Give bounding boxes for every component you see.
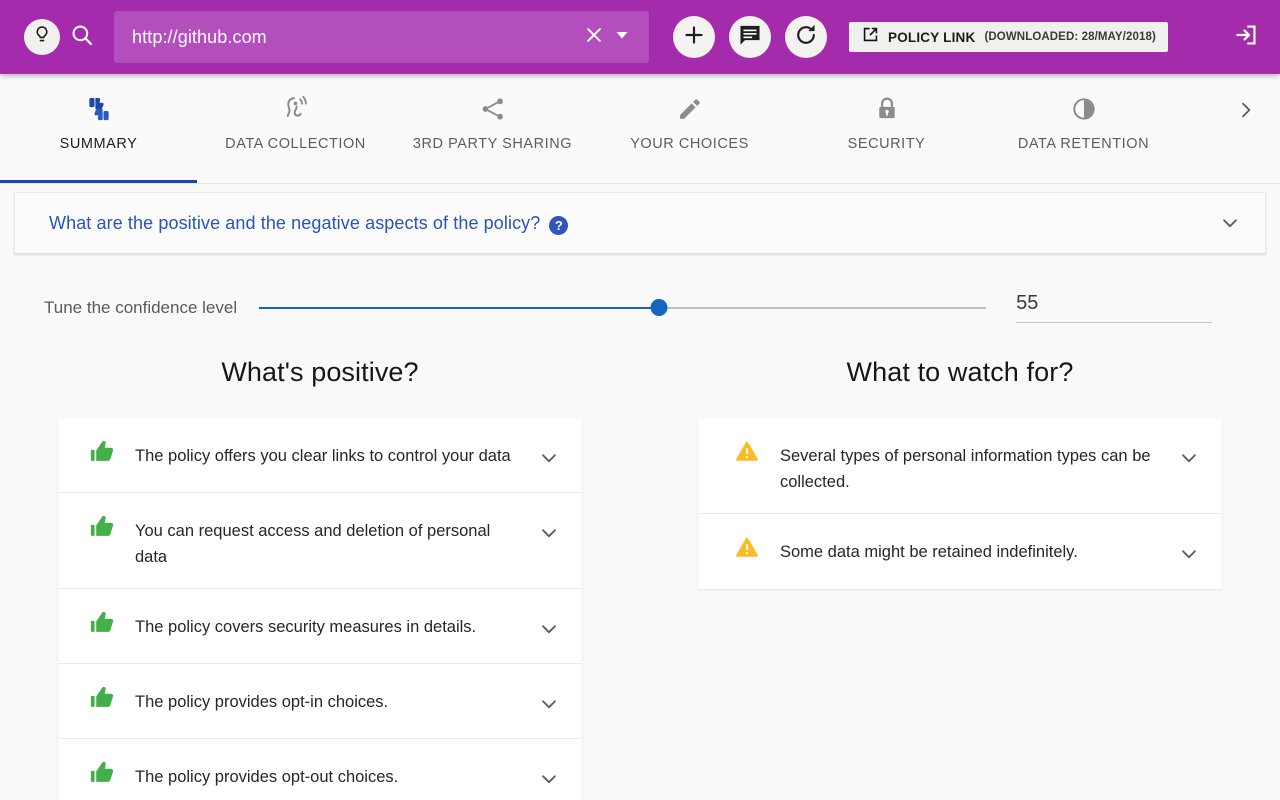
watch-title: What to watch for? (846, 357, 1074, 387)
comments-button[interactable] (729, 16, 771, 58)
row-label: The policy covers security measures in d… (135, 618, 477, 636)
tab-your-choices[interactable]: YOUR CHOICES (591, 74, 788, 183)
positive-list-item[interactable]: The policy covers security measures in d… (58, 589, 582, 664)
warning-icon (732, 532, 762, 560)
close-icon (583, 24, 605, 51)
edit-pencil-icon (676, 92, 704, 126)
question-text: What are the positive and the negative a… (49, 212, 541, 233)
refresh-icon (793, 22, 819, 53)
url-history-button[interactable] (609, 24, 635, 50)
url-input[interactable]: http://github.com (132, 27, 579, 48)
tab-label: YOUR CHOICES (630, 136, 749, 152)
confidence-slider[interactable] (259, 297, 987, 319)
watch-list: Several types of personal information ty… (698, 418, 1222, 589)
chevron-down-icon[interactable] (1176, 541, 1202, 567)
positive-title: What's positive? (221, 357, 419, 387)
category-tabbar: SUMMARY DATA COLLECTION 3RD PARTY SHARIN… (0, 74, 1280, 184)
external-link-icon (861, 25, 880, 49)
summary-content: What are the positive and the negative a… (0, 184, 1280, 800)
search-button[interactable] (60, 15, 104, 59)
positive-list-item[interactable]: The policy offers you clear links to con… (58, 418, 582, 493)
positive-column: What's positive? The policy offers you c… (0, 357, 640, 800)
positive-list-item[interactable]: You can request access and deletion of p… (58, 493, 582, 589)
tab-label: SUMMARY (59, 136, 138, 152)
row-label: The policy offers you clear links to con… (135, 447, 511, 465)
tab-data-retention[interactable]: DATA RETENTION (985, 74, 1182, 183)
positive-list-item[interactable]: The policy provides opt-out choices. (58, 739, 582, 800)
caret-down-icon (614, 27, 630, 48)
chevron-down-icon[interactable] (536, 766, 562, 792)
tab-label: DATA RETENTION (1017, 136, 1150, 152)
thumb-up-icon (88, 682, 118, 712)
search-icon (69, 22, 95, 53)
watch-list-item[interactable]: Some data might be retained indefinitely… (698, 514, 1222, 589)
thumb-up-icon (88, 607, 118, 637)
thumb-up-icon (88, 511, 118, 541)
tab-label: 3RD PARTY SHARING (412, 136, 573, 152)
positive-list-item[interactable]: The policy provides opt-in choices. (58, 664, 582, 739)
row-label: Some data might be retained indefinitely… (780, 543, 1078, 561)
policy-downloaded-label: (DOWNLOADED: 28/MAY/2018) (984, 31, 1156, 43)
chevron-down-icon[interactable] (1176, 445, 1202, 471)
row-label: The policy provides opt-out choices. (135, 768, 399, 786)
question-panel[interactable]: What are the positive and the negative a… (14, 192, 1266, 254)
row-label: You can request access and deletion of p… (135, 522, 491, 566)
row-label: Several types of personal information ty… (780, 447, 1151, 491)
help-icon[interactable]: ? (549, 215, 569, 235)
positive-list: The policy offers you clear links to con… (58, 418, 582, 800)
clear-url-button[interactable] (579, 22, 609, 52)
chevron-down-icon[interactable] (536, 520, 562, 546)
lock-icon (873, 92, 901, 126)
share-icon (479, 92, 507, 126)
row-label: The policy provides opt-in choices. (135, 693, 389, 711)
tab-summary[interactable]: SUMMARY (0, 74, 197, 183)
tab-security[interactable]: SECURITY (788, 74, 985, 183)
tab-list: SUMMARY DATA COLLECTION 3RD PARTY SHARIN… (0, 74, 1280, 183)
thumb-up-icon (88, 757, 118, 787)
policy-link-label: POLICY LINK (888, 29, 976, 45)
slider-thumb[interactable] (650, 299, 668, 316)
add-button[interactable] (673, 16, 715, 58)
brightness-half-icon (1070, 92, 1098, 126)
confidence-value-input[interactable]: 55 (1016, 292, 1213, 323)
exit-button[interactable] (1226, 17, 1266, 57)
tab-3rd-party-sharing[interactable]: 3RD PARTY SHARING (394, 74, 591, 183)
chevron-down-icon[interactable] (536, 616, 562, 642)
chevron-down-icon[interactable] (1217, 210, 1243, 236)
slider-fill (259, 306, 659, 309)
chevron-down-icon[interactable] (536, 445, 562, 471)
thumbs-up-down-icon (84, 92, 114, 126)
tab-label: DATA COLLECTION (225, 136, 366, 152)
plus-icon (682, 23, 706, 52)
watch-list-item[interactable]: Several types of personal information ty… (698, 418, 1222, 514)
comment-icon (737, 22, 763, 53)
lightbulb-icon (31, 24, 53, 51)
chevron-right-icon (1236, 100, 1256, 125)
exit-to-app-icon (1233, 22, 1259, 53)
confidence-slider-row: Tune the confidence level 55 (0, 292, 1280, 323)
hearing-icon (281, 92, 311, 126)
address-bar[interactable]: http://github.com (114, 11, 649, 63)
policy-link-chip[interactable]: POLICY LINK (DOWNLOADED: 28/MAY/2018) (849, 22, 1168, 52)
watch-column: What to watch for? Several types of pers… (640, 357, 1280, 800)
confidence-label: Tune the confidence level (44, 297, 238, 317)
browser-toolbar: http://github.com POLICY LINK (DOWNLOADE… (0, 0, 1280, 74)
app-logo[interactable] (24, 19, 60, 55)
thumb-up-icon (88, 436, 118, 466)
reload-button[interactable] (785, 16, 827, 58)
chevron-down-icon[interactable] (536, 691, 562, 717)
tab-data-collection[interactable]: DATA COLLECTION (197, 74, 394, 183)
summary-columns: What's positive? The policy offers you c… (0, 357, 1280, 800)
tabs-next-button[interactable] (1232, 98, 1260, 126)
confidence-value: 55 (1016, 292, 1039, 314)
tab-label: SECURITY (847, 136, 926, 152)
warning-icon (732, 436, 762, 464)
